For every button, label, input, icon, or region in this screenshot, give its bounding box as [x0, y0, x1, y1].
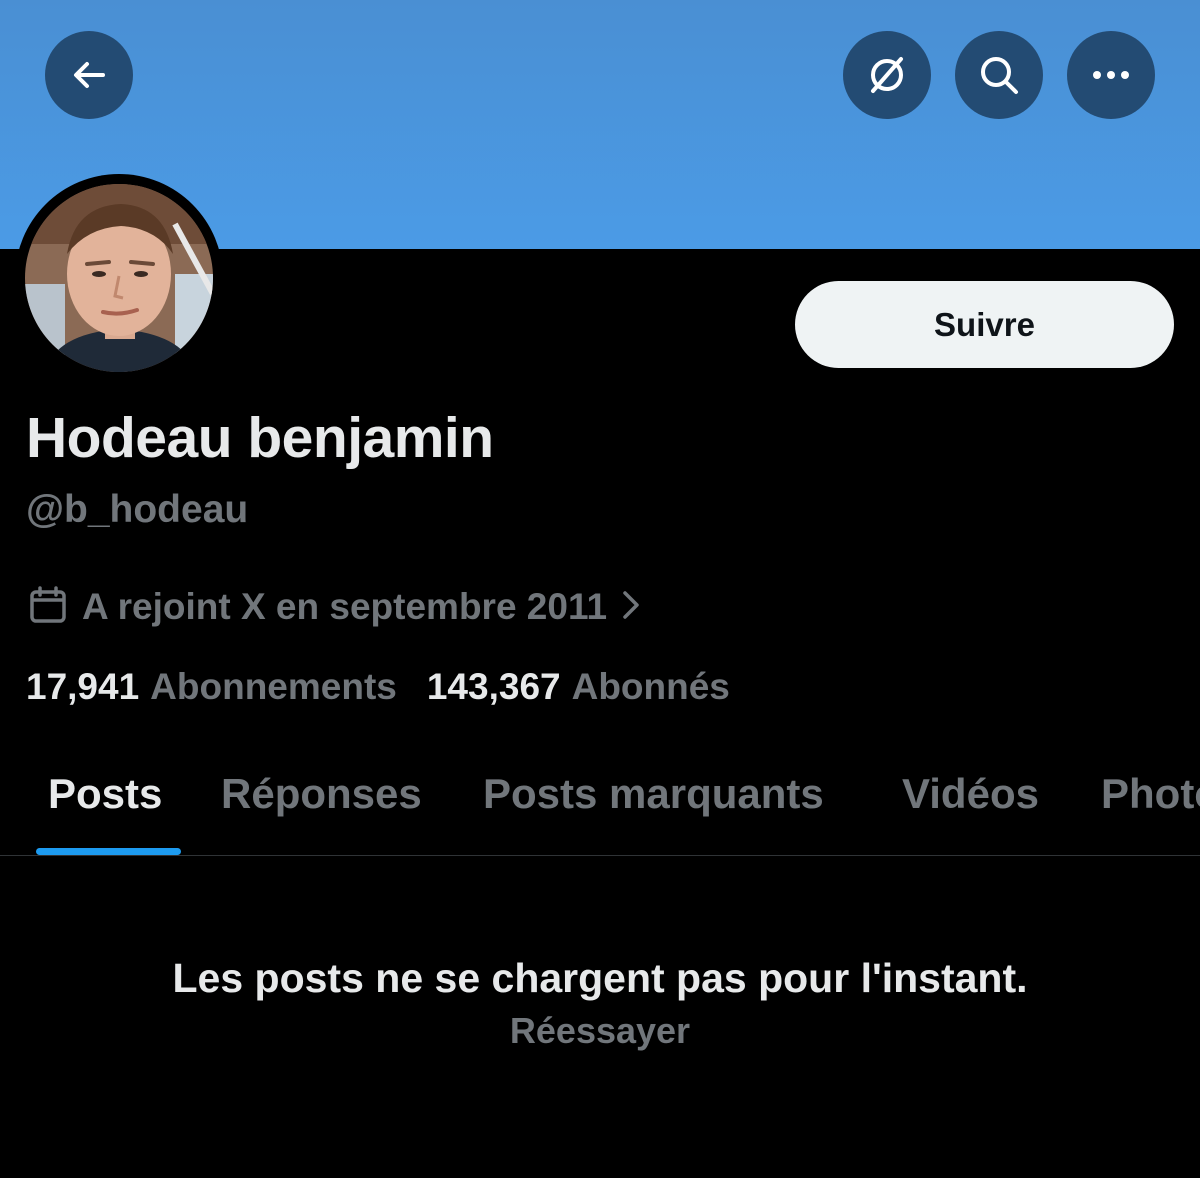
- chevron-right-icon: [621, 589, 641, 626]
- follow-button[interactable]: Suivre: [795, 281, 1174, 368]
- followers-link[interactable]: 143,367 Abonnés: [427, 666, 730, 708]
- more-button[interactable]: [1067, 31, 1155, 119]
- follow-stats: 17,941 Abonnements 143,367 Abonnés: [26, 666, 730, 708]
- feed-error-message: Les posts ne se chargent pas pour l'inst…: [172, 955, 1028, 1001]
- calendar-icon: [28, 585, 68, 630]
- back-button[interactable]: [45, 31, 133, 119]
- retry-label[interactable]: Réessayer: [510, 1010, 690, 1051]
- following-count: 17,941: [26, 666, 140, 707]
- more-horizontal-icon: [1089, 69, 1133, 81]
- search-icon: [977, 53, 1021, 97]
- display-name: Hodeau benjamin: [26, 406, 494, 470]
- followers-label: Abonnés: [571, 666, 730, 707]
- tab-replies[interactable]: Réponses: [221, 770, 422, 818]
- arrow-left-icon: [69, 55, 109, 95]
- grok-button[interactable]: [843, 31, 931, 119]
- search-button[interactable]: [955, 31, 1043, 119]
- profile-tabs: Posts Réponses Posts marquants Vidéos Ph…: [0, 740, 1200, 856]
- tab-posts[interactable]: Posts: [48, 770, 162, 818]
- tab-photos[interactable]: Photos: [1101, 770, 1200, 818]
- avatar[interactable]: [25, 184, 213, 372]
- tab-videos[interactable]: Vidéos: [902, 770, 1039, 818]
- profile-handle: @b_hodeau: [26, 488, 249, 531]
- following-link[interactable]: 17,941 Abonnements: [26, 666, 397, 708]
- retry-button[interactable]: Réessayer: [0, 1010, 1200, 1052]
- grok-icon: [865, 53, 909, 97]
- joined-date-row[interactable]: A rejoint X en septembre 2011: [28, 584, 641, 630]
- following-label: Abonnements: [150, 666, 397, 707]
- joined-date-text: A rejoint X en septembre 2011: [82, 586, 608, 627]
- active-tab-indicator: [36, 848, 181, 855]
- tab-highlights[interactable]: Posts marquants: [483, 770, 824, 818]
- followers-count: 143,367: [426, 666, 561, 707]
